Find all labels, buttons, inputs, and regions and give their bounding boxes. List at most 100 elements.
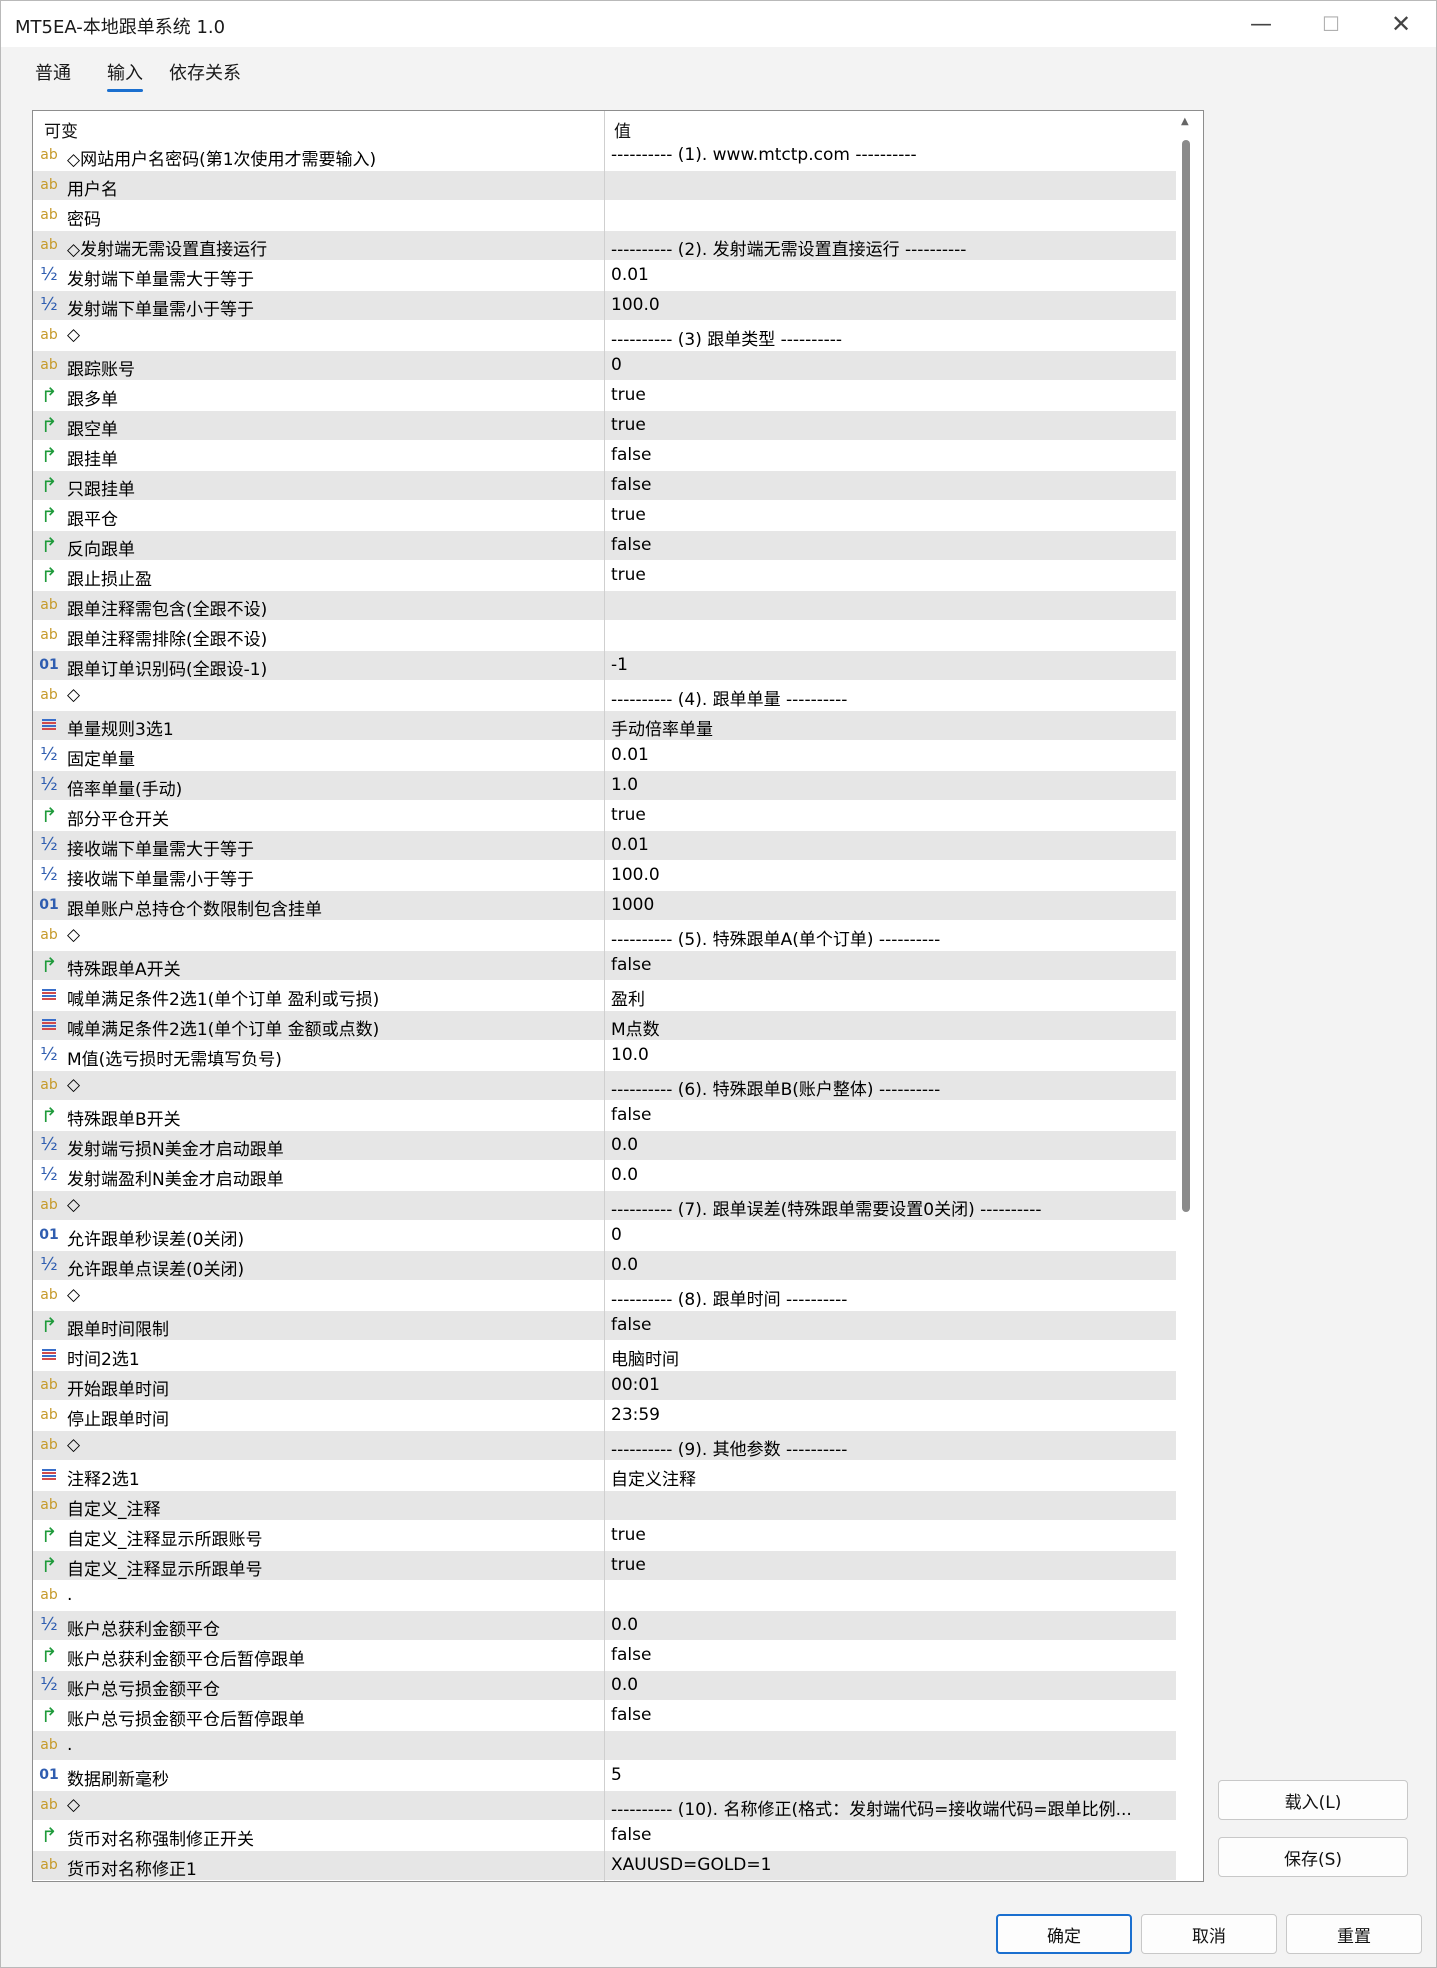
tab-dependencies[interactable]: 依存关系 xyxy=(169,59,241,85)
parameter-value[interactable]: XAUUSD=GOLD=1 xyxy=(611,1855,1171,1875)
parameter-value[interactable]: -1 xyxy=(611,655,1171,675)
parameter-name: 跟单订单识别码(全跟设-1) xyxy=(67,660,268,680)
parameter-name: ◇ xyxy=(67,1285,81,1305)
load-button[interactable]: 载入(L) xyxy=(1218,1780,1408,1820)
string-type-icon: ab xyxy=(40,1497,58,1513)
title-bar[interactable]: MT5EA-本地跟单系统 1.0 — ☐ ✕ xyxy=(1,1,1436,47)
parameter-value[interactable]: ---------- (7). 跟单误差(特殊跟单需要设置0关闭) ------… xyxy=(611,1195,1171,1220)
string-type-icon: ab xyxy=(40,177,58,193)
parameter-value[interactable]: true xyxy=(611,1555,1171,1575)
string-type-icon: ab xyxy=(40,1737,58,1753)
string-type-icon: ab xyxy=(40,627,58,643)
parameter-name: 单量规则3选1 xyxy=(67,720,174,740)
column-divider[interactable] xyxy=(604,111,605,1881)
parameter-name: ◇ xyxy=(67,1195,81,1215)
parameter-value[interactable]: 0.0 xyxy=(611,1135,1171,1155)
bool-type-icon: ↱ xyxy=(40,533,58,557)
string-type-icon: ab xyxy=(40,1857,58,1873)
parameter-name: 发射端盈利N美金才启动跟单 xyxy=(67,1170,284,1190)
parameter-name: 发射端下单量需大于等于 xyxy=(67,270,254,290)
parameter-name: 跟挂单 xyxy=(67,450,118,470)
parameter-value[interactable]: 电脑时间 xyxy=(611,1345,1171,1370)
parameter-value[interactable]: 100.0 xyxy=(611,865,1171,885)
parameter-name: 账户总亏损金额平仓 xyxy=(67,1680,220,1700)
parameter-value[interactable]: ---------- (3) 跟单类型 ---------- xyxy=(611,325,1171,350)
save-button[interactable]: 保存(S) xyxy=(1218,1837,1408,1877)
parameter-value[interactable]: true xyxy=(611,805,1171,825)
reset-button[interactable]: 重置 xyxy=(1286,1914,1422,1954)
parameter-name: 反向跟单 xyxy=(67,540,135,560)
string-type-icon: ab xyxy=(40,237,58,253)
bool-type-icon: ↱ xyxy=(40,473,58,497)
parameter-value[interactable]: M点数 xyxy=(611,1015,1171,1040)
enum-type-icon xyxy=(39,716,59,734)
parameter-name: 跟单注释需排除(全跟不设) xyxy=(67,630,268,650)
parameter-value[interactable]: false xyxy=(611,1315,1171,1335)
parameter-value[interactable]: ---------- (6). 特殊跟单B(账户整体) ---------- xyxy=(611,1075,1171,1100)
parameter-name: 数据刷新毫秒 xyxy=(67,1770,169,1790)
parameter-value[interactable]: false xyxy=(611,1105,1171,1125)
bool-type-icon: ↱ xyxy=(40,563,58,587)
cancel-button[interactable]: 取消 xyxy=(1141,1914,1277,1954)
parameter-value[interactable]: true xyxy=(611,565,1171,585)
parameter-name: 接收端下单量需大于等于 xyxy=(67,840,254,860)
parameter-name: ◇ xyxy=(67,685,81,705)
scroll-up-arrow-icon[interactable]: ▲ xyxy=(1181,117,1191,127)
parameter-value[interactable]: false xyxy=(611,445,1171,465)
parameter-value[interactable]: 00:01 xyxy=(611,1375,1171,1395)
dialog-window: MT5EA-本地跟单系统 1.0 — ☐ ✕ 普通 输入 依存关系 可变 值 a… xyxy=(0,0,1437,1968)
string-type-icon: ab xyxy=(40,357,58,373)
minimize-icon[interactable]: — xyxy=(1226,1,1296,47)
parameter-value[interactable]: 10.0 xyxy=(611,1045,1171,1065)
string-type-icon: ab xyxy=(40,207,58,223)
parameter-value[interactable]: 手动倍率单量 xyxy=(611,715,1171,740)
parameter-value[interactable]: false xyxy=(611,475,1171,495)
parameter-value[interactable]: 0 xyxy=(611,355,1171,375)
close-icon[interactable]: ✕ xyxy=(1366,1,1436,47)
parameter-value[interactable]: 1000 xyxy=(611,895,1171,915)
column-header-name[interactable]: 可变 xyxy=(44,117,78,142)
parameter-value[interactable]: 0.0 xyxy=(611,1675,1171,1695)
parameter-value[interactable]: 0.01 xyxy=(611,745,1171,765)
parameter-value[interactable]: 0 xyxy=(611,1225,1171,1245)
double-type-icon: ½ xyxy=(40,744,58,765)
parameter-value[interactable]: 5 xyxy=(611,1765,1171,1785)
parameter-value[interactable]: true xyxy=(611,415,1171,435)
parameter-value[interactable]: ---------- (1). www.mtctp.com ---------- xyxy=(611,145,1171,165)
bool-type-icon: ↱ xyxy=(40,1553,58,1577)
parameter-name: 自定义_注释 xyxy=(67,1500,161,1520)
parameter-value[interactable]: ---------- (9). 其他参数 ---------- xyxy=(611,1435,1171,1460)
parameter-value[interactable]: 盈利 xyxy=(611,985,1171,1010)
double-type-icon: ½ xyxy=(40,1134,58,1155)
parameter-value[interactable]: false xyxy=(611,535,1171,555)
parameter-value[interactable]: false xyxy=(611,955,1171,975)
parameter-value[interactable]: ---------- (4). 跟单单量 ---------- xyxy=(611,685,1171,710)
tab-general[interactable]: 普通 xyxy=(35,59,71,85)
string-type-icon: ab xyxy=(40,1407,58,1423)
parameter-value[interactable]: true xyxy=(611,505,1171,525)
maximize-icon[interactable]: ☐ xyxy=(1296,1,1366,47)
parameter-value[interactable]: 自定义注释 xyxy=(611,1465,1171,1490)
ok-button[interactable]: 确定 xyxy=(996,1914,1132,1954)
parameter-value[interactable]: ---------- (8). 跟单时间 ---------- xyxy=(611,1285,1171,1310)
parameter-value[interactable]: ---------- (2). 发射端无需设置直接运行 ---------- xyxy=(611,235,1171,260)
parameter-value[interactable]: false xyxy=(611,1825,1171,1845)
parameter-value[interactable]: 23:59 xyxy=(611,1405,1171,1425)
parameter-value[interactable]: 1.0 xyxy=(611,775,1171,795)
parameter-value[interactable]: false xyxy=(611,1705,1171,1725)
parameter-value[interactable]: 0.0 xyxy=(611,1615,1171,1635)
parameter-value[interactable]: 0.0 xyxy=(611,1165,1171,1185)
integer-type-icon: 01 xyxy=(39,1227,59,1243)
parameter-value[interactable]: 0.01 xyxy=(611,835,1171,855)
parameter-value[interactable]: false xyxy=(611,1645,1171,1665)
parameter-value[interactable]: true xyxy=(611,1525,1171,1545)
vertical-scrollbar-thumb[interactable] xyxy=(1182,140,1190,1212)
parameter-value[interactable]: ---------- (5). 特殊跟单A(单个订单) ---------- xyxy=(611,925,1171,950)
tab-inputs[interactable]: 输入 xyxy=(107,59,143,92)
parameter-value[interactable]: 0.01 xyxy=(611,265,1171,285)
parameter-value[interactable]: ---------- (10). 名称修正(格式：发射端代码=接收端代码=跟单比… xyxy=(611,1795,1171,1820)
parameter-value[interactable]: true xyxy=(611,385,1171,405)
parameter-value[interactable]: 100.0 xyxy=(611,295,1171,315)
parameter-value[interactable]: 0.0 xyxy=(611,1255,1171,1275)
column-header-value[interactable]: 值 xyxy=(614,117,631,142)
